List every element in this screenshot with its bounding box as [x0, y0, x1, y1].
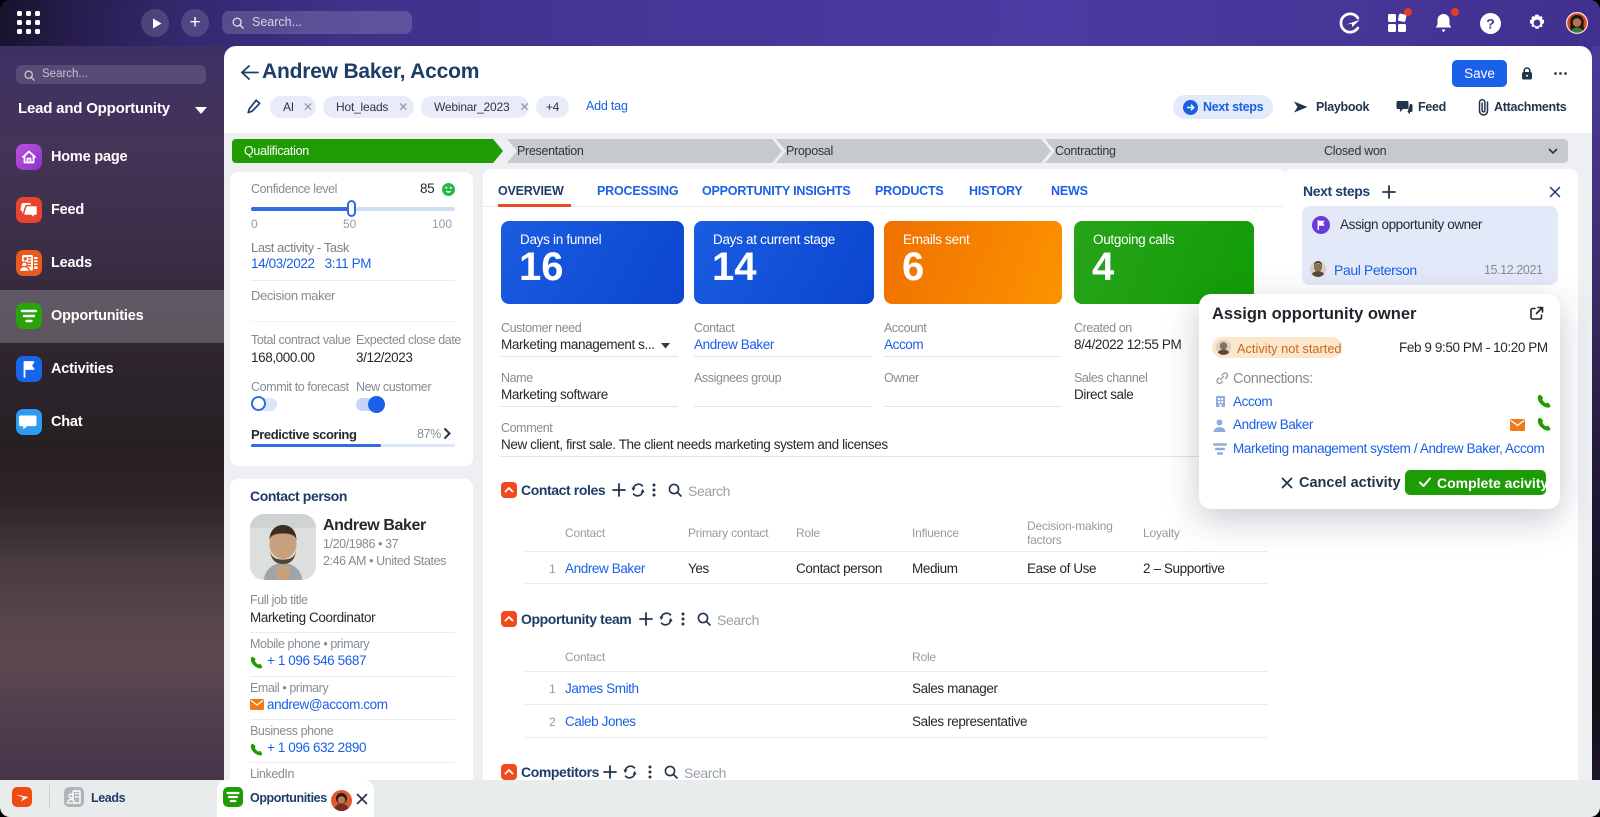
- svg-text:?: ?: [1486, 16, 1495, 32]
